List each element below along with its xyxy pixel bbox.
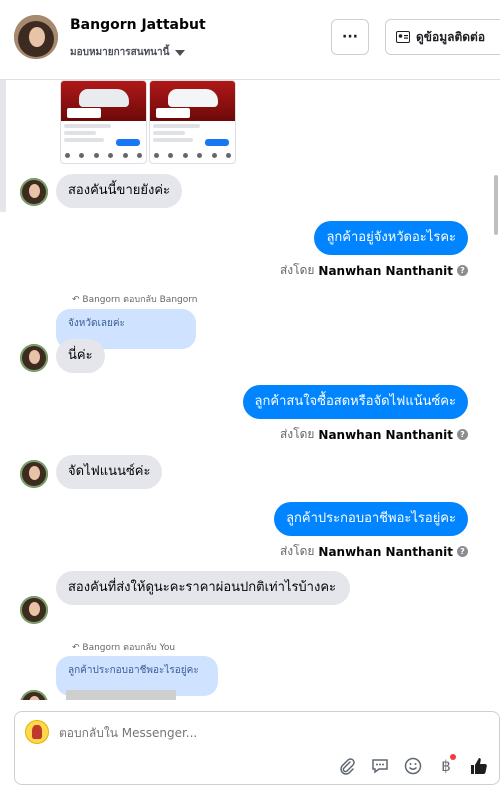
thread-scrollbar[interactable] bbox=[494, 175, 498, 235]
reply-indicator: ↶ Bangorn ตอบกลับ You bbox=[72, 643, 176, 653]
incoming-message: จัดไฟแนนซ์ค่ะ bbox=[56, 455, 163, 489]
help-icon[interactable]: ? bbox=[457, 429, 468, 440]
contact-avatar-small bbox=[20, 460, 48, 488]
reply-input[interactable] bbox=[59, 726, 439, 740]
outgoing-message: ลูกค้าสนใจซื้อสดหรือจัดไฟแน้นซ์คะ bbox=[242, 385, 468, 419]
contact-avatar-small bbox=[20, 178, 48, 206]
conversation-header: Bangorn Jattabut มอบหมายการสนทนานี้ ··· … bbox=[0, 0, 500, 80]
sent-by-label: ส่งโดย Nanwhan Nanthanit ? bbox=[280, 542, 468, 561]
paperclip-icon[interactable] bbox=[337, 756, 357, 776]
view-contact-label: ดูข้อมูลติดต่อ bbox=[416, 29, 486, 44]
more-options-button[interactable]: ··· bbox=[331, 19, 369, 55]
sent-by-prefix: ส่งโดย bbox=[279, 263, 315, 277]
more-icon: ··· bbox=[342, 29, 358, 45]
thumbs-up-icon[interactable] bbox=[469, 756, 489, 776]
reply-indicator: ↶ Bangorn ตอบกลับ Bangorn bbox=[72, 295, 198, 305]
shared-image[interactable] bbox=[149, 80, 236, 164]
notification-dot bbox=[450, 754, 456, 760]
contact-avatar-small bbox=[20, 596, 48, 624]
contact-name[interactable]: Bangorn Jattabut bbox=[70, 17, 206, 33]
contact-avatar[interactable] bbox=[14, 15, 58, 59]
reply-indicator-text: Bangorn ตอบกลับ You bbox=[82, 643, 176, 653]
incoming-message: สองคันนี้ขายยังค่ะ bbox=[56, 174, 183, 208]
assign-label: มอบหมายการสนทนานี้ bbox=[70, 47, 170, 58]
contact-card-icon bbox=[396, 31, 410, 43]
message-thread[interactable]: สองคันนี้ขายยังค่ะ ลูกค้าอยู่จังหวัดอะไร… bbox=[0, 80, 500, 700]
contact-avatar-small bbox=[20, 690, 48, 700]
baht-icon[interactable]: ฿ bbox=[436, 754, 456, 776]
partially-visible-message bbox=[66, 690, 176, 700]
sent-by-prefix: ส่งโดย bbox=[279, 544, 315, 558]
page-avatar bbox=[25, 720, 49, 744]
sender-name: Nanwhan Nanthanit bbox=[318, 263, 453, 278]
caret-down-icon bbox=[175, 49, 186, 56]
incoming-message: สองคันที่ส่งให้ดูนะคะราคาผ่อนปกติเท่าไรบ… bbox=[56, 571, 350, 605]
view-contact-button[interactable]: ดูข้อมูลติดต่อ bbox=[385, 19, 500, 55]
outgoing-message: ลูกค้าอยู่จังหวัดอะไรคะ bbox=[314, 221, 468, 255]
composer-toolbar: ฿ bbox=[337, 754, 489, 776]
sent-by-label: ส่งโดย Nanwhan Nanthanit ? bbox=[280, 261, 468, 280]
sender-name: Nanwhan Nanthanit bbox=[318, 427, 453, 442]
saved-reply-icon[interactable] bbox=[370, 756, 390, 776]
outgoing-message: ลูกค้าประกอบอาชีพอะไรอยู่คะ bbox=[274, 502, 468, 536]
shared-image[interactable] bbox=[60, 80, 147, 164]
sent-by-label: ส่งโดย Nanwhan Nanthanit ? bbox=[280, 425, 468, 444]
sent-by-prefix: ส่งโดย bbox=[279, 427, 315, 441]
reply-indicator-text: Bangorn ตอบกลับ Bangorn bbox=[82, 295, 198, 305]
sender-name: Nanwhan Nanthanit bbox=[318, 544, 453, 559]
help-icon[interactable]: ? bbox=[457, 265, 468, 276]
contact-avatar-small bbox=[20, 344, 48, 372]
help-icon[interactable]: ? bbox=[457, 546, 468, 557]
message-composer: ฿ bbox=[14, 711, 500, 785]
incoming-message: นี่ค่ะ bbox=[56, 339, 105, 373]
assign-conversation-dropdown[interactable]: มอบหมายการสนทนานี้ bbox=[70, 45, 186, 60]
emoji-icon[interactable] bbox=[403, 756, 423, 776]
